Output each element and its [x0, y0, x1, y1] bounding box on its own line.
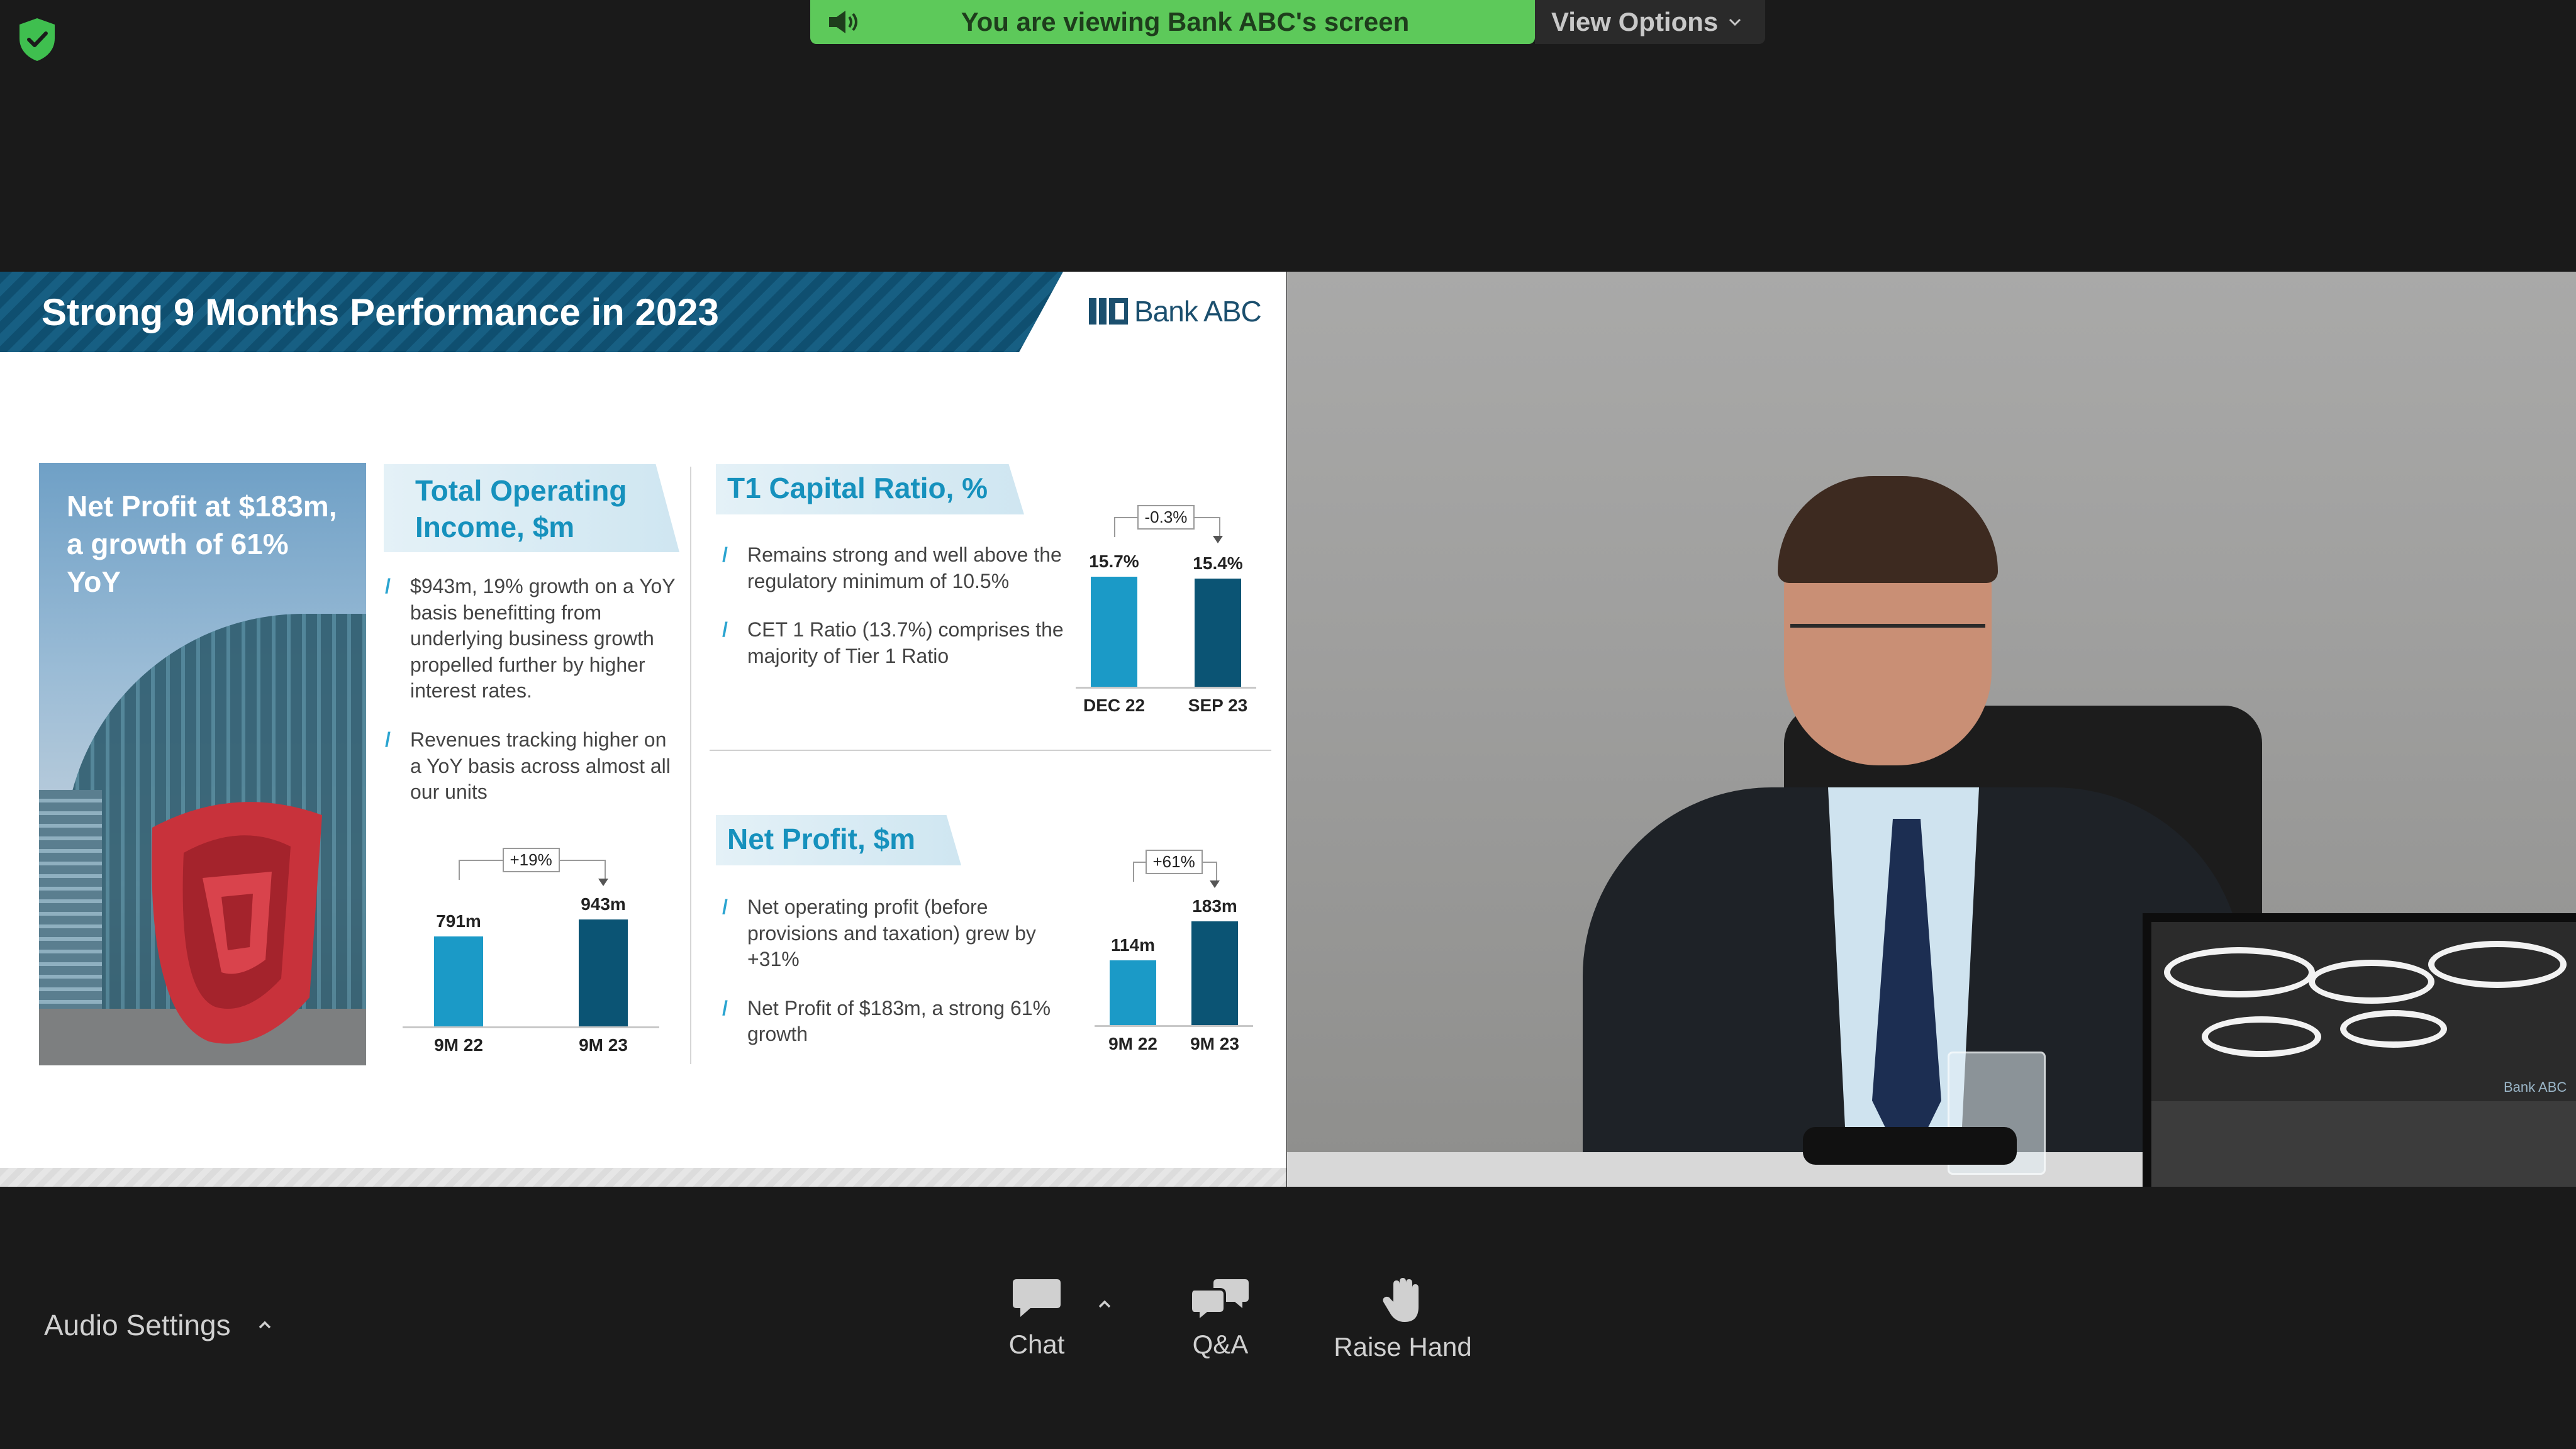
column-divider: [690, 467, 691, 1064]
slide-title: Strong 9 Months Performance in 2023: [42, 291, 719, 333]
qa-icon: [1192, 1279, 1249, 1318]
bank-logo-icon: [1089, 298, 1128, 325]
chart-bar: [434, 936, 483, 1026]
net-profit-heading-tag: Net Profit, $m: [716, 815, 961, 865]
t1-heading-tag: T1 Capital Ratio, %: [716, 464, 1024, 514]
speaker-video: Bank ABC: [1287, 272, 2576, 1187]
shared-slide: Strong 9 Months Performance in 2023 Bank…: [0, 272, 1286, 1187]
chevron-down-icon: [1729, 18, 1741, 26]
chart-category-label: 9M 22: [1108, 1034, 1157, 1053]
net-profit-bullet-2: Net Profit of $183m, a strong 61% growth: [722, 996, 1062, 1048]
chart-value-label: 943m: [581, 894, 626, 914]
chart-bar: [1091, 577, 1137, 687]
chat-label: Chat: [1008, 1330, 1065, 1359]
shield-check-icon: [20, 18, 55, 61]
raise-hand-button[interactable]: Raise Hand: [1327, 1277, 1478, 1362]
chart-delta-arrow: [598, 879, 608, 886]
chart-value-label: 15.4%: [1193, 553, 1243, 574]
income-bullet-2: Revenues tracking higher on a YoY basis …: [385, 727, 681, 806]
chart-bar: [1191, 921, 1238, 1025]
chart-category-label: DEC 22: [1083, 696, 1146, 715]
monitor-logo: Bank ABC: [2504, 1079, 2567, 1095]
chat-icon: [1013, 1279, 1061, 1317]
room-monitor: Bank ABC: [2143, 913, 2576, 1187]
ceiling-light: [2309, 960, 2434, 1004]
chart-delta-label: -0.3%: [1137, 504, 1195, 530]
raise-hand-icon: [1383, 1278, 1419, 1322]
t1-bullet-1: Remains strong and well above the regula…: [722, 542, 1074, 594]
view-options-button[interactable]: View Options: [1535, 0, 1765, 44]
chart-axis: [1095, 1025, 1253, 1027]
chart-category-label: 9M 22: [434, 1035, 483, 1055]
screen-share-banner: You are viewing Bank ABC's screen: [810, 0, 1535, 44]
t1-bullets: Remains strong and well above the regula…: [722, 542, 1074, 692]
chart-delta-label: +19%: [502, 847, 560, 872]
chart-value-label: 791m: [436, 911, 481, 931]
caret-up-icon: [259, 1321, 270, 1329]
ceiling-light: [2202, 1016, 2321, 1057]
net-profit-bullets: Net operating profit (before provisions …: [722, 894, 1062, 1070]
t1-heading: T1 Capital Ratio, %: [727, 472, 988, 504]
chart-bar: [1195, 579, 1241, 687]
sculpture-graphic: [152, 802, 322, 1044]
net-profit-chart: 114m 9M 22 183m 9M 23 +61%: [1095, 836, 1277, 1063]
chart-category-label: 9M 23: [579, 1035, 628, 1055]
room-scene: [2151, 1101, 2576, 1187]
t1-bullet-2: CET 1 Ratio (13.7%) comprises the majori…: [722, 617, 1074, 669]
chart-category-label: 9M 23: [1190, 1034, 1239, 1053]
speaker-hair: [1778, 476, 1998, 583]
chat-options-caret-icon[interactable]: [1096, 1296, 1113, 1313]
audio-settings-label: Audio Settings: [44, 1309, 231, 1341]
chart-category-label: SEP 23: [1188, 696, 1248, 715]
raise-hand-label: Raise Hand: [1334, 1332, 1472, 1362]
income-chart: 791m 9M 22 943m 9M 23 +19%: [403, 838, 679, 1064]
bank-logo-text: Bank ABC: [1134, 295, 1262, 328]
audio-settings-button[interactable]: Audio Settings: [44, 1308, 274, 1342]
income-heading-tag: Total Operating Income, $m: [384, 464, 679, 552]
bank-logo: Bank ABC: [1086, 294, 1262, 328]
hero-headline: Net Profit at $183m, a growth of 61% YoY: [67, 490, 337, 598]
slide-footer-stripe: [0, 1168, 1286, 1187]
chart-value-label: 183m: [1192, 896, 1237, 916]
chart-delta-label: +61%: [1145, 849, 1203, 874]
chart-value-label: 114m: [1110, 935, 1156, 955]
chart-axis: [403, 1026, 659, 1028]
chart-bar: [579, 919, 628, 1026]
chart-value-label: 15.7%: [1089, 552, 1139, 571]
chart-bar: [1110, 960, 1156, 1025]
income-heading: Total Operating Income, $m: [415, 474, 627, 543]
chart-axis: [1076, 687, 1256, 689]
net-profit-bullet-1: Net operating profit (before provisions …: [722, 894, 1062, 973]
income-bullet-1: $943m, 19% growth on a YoY basis benefit…: [385, 574, 681, 704]
t1-chart: 15.7% DEC 22 15.4% SEP 23 -0.3%: [1076, 486, 1271, 724]
qa-button[interactable]: Q&A: [1183, 1277, 1258, 1360]
slide-title-bar: Strong 9 Months Performance in 2023: [0, 272, 1063, 352]
chat-button[interactable]: Chat: [1000, 1277, 1073, 1360]
net-profit-heading: Net Profit, $m: [727, 823, 916, 855]
view-options-label: View Options: [1551, 7, 1719, 36]
income-bullets: $943m, 19% growth on a YoY basis benefit…: [385, 574, 681, 828]
ceiling-light: [2164, 947, 2315, 997]
microphone-base: [1803, 1127, 2017, 1165]
qa-label: Q&A: [1192, 1330, 1249, 1359]
chart-delta-arrow: [1213, 536, 1223, 543]
ceiling-light: [2340, 1010, 2447, 1048]
speaker-glasses: [1790, 624, 1985, 672]
banner-text: You are viewing Bank ABC's screen: [961, 7, 1410, 36]
row-divider: [710, 750, 1271, 751]
ceiling-light: [2428, 941, 2567, 988]
hero-image: Net Profit at $183m, a growth of 61% YoY: [39, 463, 366, 1065]
chart-delta-arrow: [1210, 880, 1220, 888]
